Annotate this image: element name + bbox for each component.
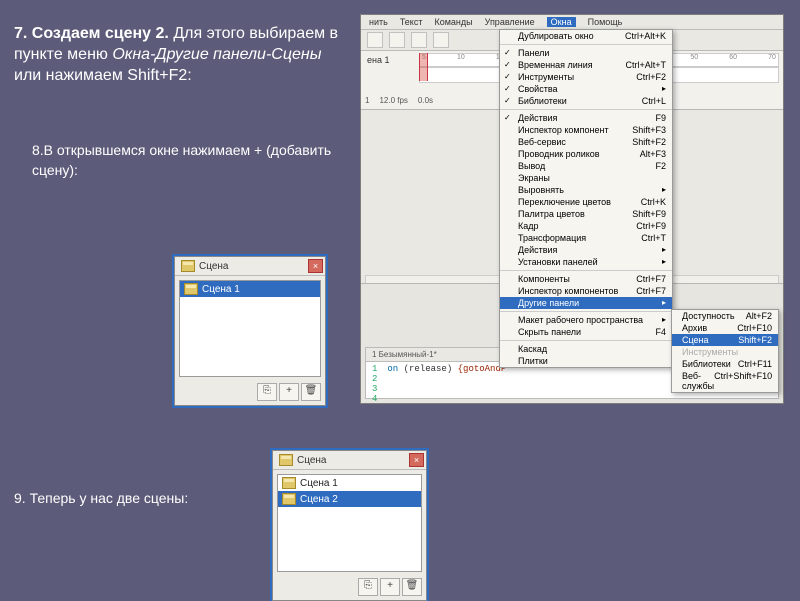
menu-duplicate-window[interactable]: Дублировать окноCtrl+Alt+K xyxy=(500,30,672,42)
menu-window[interactable]: Окна xyxy=(547,17,576,27)
menubar: нить Текст Команды Управление Окна Помощ… xyxy=(361,15,783,30)
delete-scene-button[interactable]: 🗑 xyxy=(301,383,321,401)
playhead[interactable] xyxy=(419,53,428,81)
tool-redo[interactable] xyxy=(389,32,405,48)
scene-icon xyxy=(181,260,195,272)
menu-color-switch[interactable]: Переключение цветовCtrl+K xyxy=(500,196,672,208)
step8-text: 8.В открывшемся окне нажимаем + (добавит… xyxy=(14,141,349,180)
menu-cascade[interactable]: Каскад xyxy=(500,343,672,355)
close-icon[interactable]: × xyxy=(308,259,323,273)
scene-row-1[interactable]: Сцена 1 xyxy=(278,475,421,491)
window-menu-dropdown: Дублировать окноCtrl+Alt+K Панели Времен… xyxy=(499,29,673,368)
submenu-web-services[interactable]: Веб-службыCtrl+Shift+F10 xyxy=(672,370,778,392)
other-panels-submenu: ДоступностьAlt+F2 АрхивCtrl+F10 СценаShi… xyxy=(671,309,779,393)
status-time: 0.0s xyxy=(418,96,433,105)
clapper-icon xyxy=(282,493,296,505)
submenu-tools: Инструменты xyxy=(672,346,778,358)
menu-other-panels[interactable]: Другие панели▸ xyxy=(500,297,672,309)
menu-screens[interactable]: Экраны xyxy=(500,172,672,184)
menu-timeline[interactable]: Временная линияCtrl+Alt+T xyxy=(500,59,672,71)
menu-component-inspector-2[interactable]: Инспектор компонентовCtrl+F7 xyxy=(500,285,672,297)
tool-undo[interactable] xyxy=(367,32,383,48)
menu-commands[interactable]: Команды xyxy=(434,17,472,27)
submenu-archive[interactable]: АрхивCtrl+F10 xyxy=(672,322,778,334)
menu-frame[interactable]: КадрCtrl+F9 xyxy=(500,220,672,232)
menu-nit[interactable]: нить xyxy=(369,17,388,27)
step7-title: 7. Создаем сцену 2. Для этого выбираем в… xyxy=(14,24,349,86)
add-scene-button[interactable]: + xyxy=(279,383,299,401)
duplicate-scene-button[interactable]: ⎘ xyxy=(358,578,378,596)
menu-tile[interactable]: Плитки xyxy=(500,355,672,367)
menu-transform[interactable]: ТрансформацияCtrl+T xyxy=(500,232,672,244)
menu-hide-panels[interactable]: Скрыть панелиF4 xyxy=(500,326,672,338)
scene-row-1[interactable]: Сцена 1 xyxy=(180,281,320,297)
menu-movie-explorer[interactable]: Проводник роликовAlt+F3 xyxy=(500,148,672,160)
menu-tools[interactable]: ИнструментыCtrl+F2 xyxy=(500,71,672,83)
submenu-libraries[interactable]: БиблиотекиCtrl+F11 xyxy=(672,358,778,370)
delete-scene-button[interactable]: 🗑 xyxy=(402,578,422,596)
menu-component-inspector[interactable]: Инспектор компонентShift+F3 xyxy=(500,124,672,136)
panel-title: Сцена xyxy=(199,261,228,272)
close-icon[interactable]: × xyxy=(409,453,424,467)
tool-copy[interactable] xyxy=(433,32,449,48)
scene-panel-double: Сцена × Сцена 1 Сцена 2 ⎘ + 🗑 xyxy=(272,450,427,601)
clapper-icon xyxy=(184,283,198,295)
menu-components[interactable]: КомпонентыCtrl+F7 xyxy=(500,273,672,285)
scene-label: ена 1 xyxy=(367,55,390,65)
scene-list: Сцена 1 Сцена 2 xyxy=(277,474,422,572)
menu-actions[interactable]: ДействияF9 xyxy=(500,112,672,124)
menu-web-service[interactable]: Веб-сервисShift+F2 xyxy=(500,136,672,148)
submenu-accessibility[interactable]: ДоступностьAlt+F2 xyxy=(672,310,778,322)
clapper-icon xyxy=(282,477,296,489)
scene-icon xyxy=(279,454,293,466)
panel-title: Сцена xyxy=(297,455,326,466)
add-scene-button[interactable]: + xyxy=(380,578,400,596)
duplicate-scene-button[interactable]: ⎘ xyxy=(257,383,277,401)
menu-libraries[interactable]: БиблиотекиCtrl+L xyxy=(500,95,672,107)
menu-align[interactable]: Выровнять▸ xyxy=(500,184,672,196)
menu-workspace-layout[interactable]: Макет рабочего пространства▸ xyxy=(500,314,672,326)
menu-help[interactable]: Помощь xyxy=(588,17,623,27)
scene-panel-single: Сцена × Сцена 1 ⎘ + 🗑 xyxy=(174,256,326,406)
menu-panels[interactable]: Панели xyxy=(500,47,672,59)
menu-properties[interactable]: Свойства▸ xyxy=(500,83,672,95)
flash-editor-screenshot: нить Текст Команды Управление Окна Помощ… xyxy=(360,14,784,404)
submenu-scene[interactable]: СценаShift+F2 xyxy=(672,334,778,346)
menu-panel-settings[interactable]: Установки панелей▸ xyxy=(500,256,672,268)
menu-output[interactable]: ВыводF2 xyxy=(500,160,672,172)
status-fps: 12.0 fps xyxy=(379,96,407,105)
tool-cut[interactable] xyxy=(411,32,427,48)
scene-row-2[interactable]: Сцена 2 xyxy=(278,491,421,507)
menu-control[interactable]: Управление xyxy=(485,17,535,27)
scene-list: Сцена 1 xyxy=(179,280,321,377)
status-frame: 1 xyxy=(365,96,369,105)
menu-text[interactable]: Текст xyxy=(400,17,423,27)
menu-color-palette[interactable]: Палитра цветовShift+F9 xyxy=(500,208,672,220)
step9-text: 9. Теперь у нас две сцены: xyxy=(14,490,188,506)
menu-actions-2[interactable]: Действия▸ xyxy=(500,244,672,256)
